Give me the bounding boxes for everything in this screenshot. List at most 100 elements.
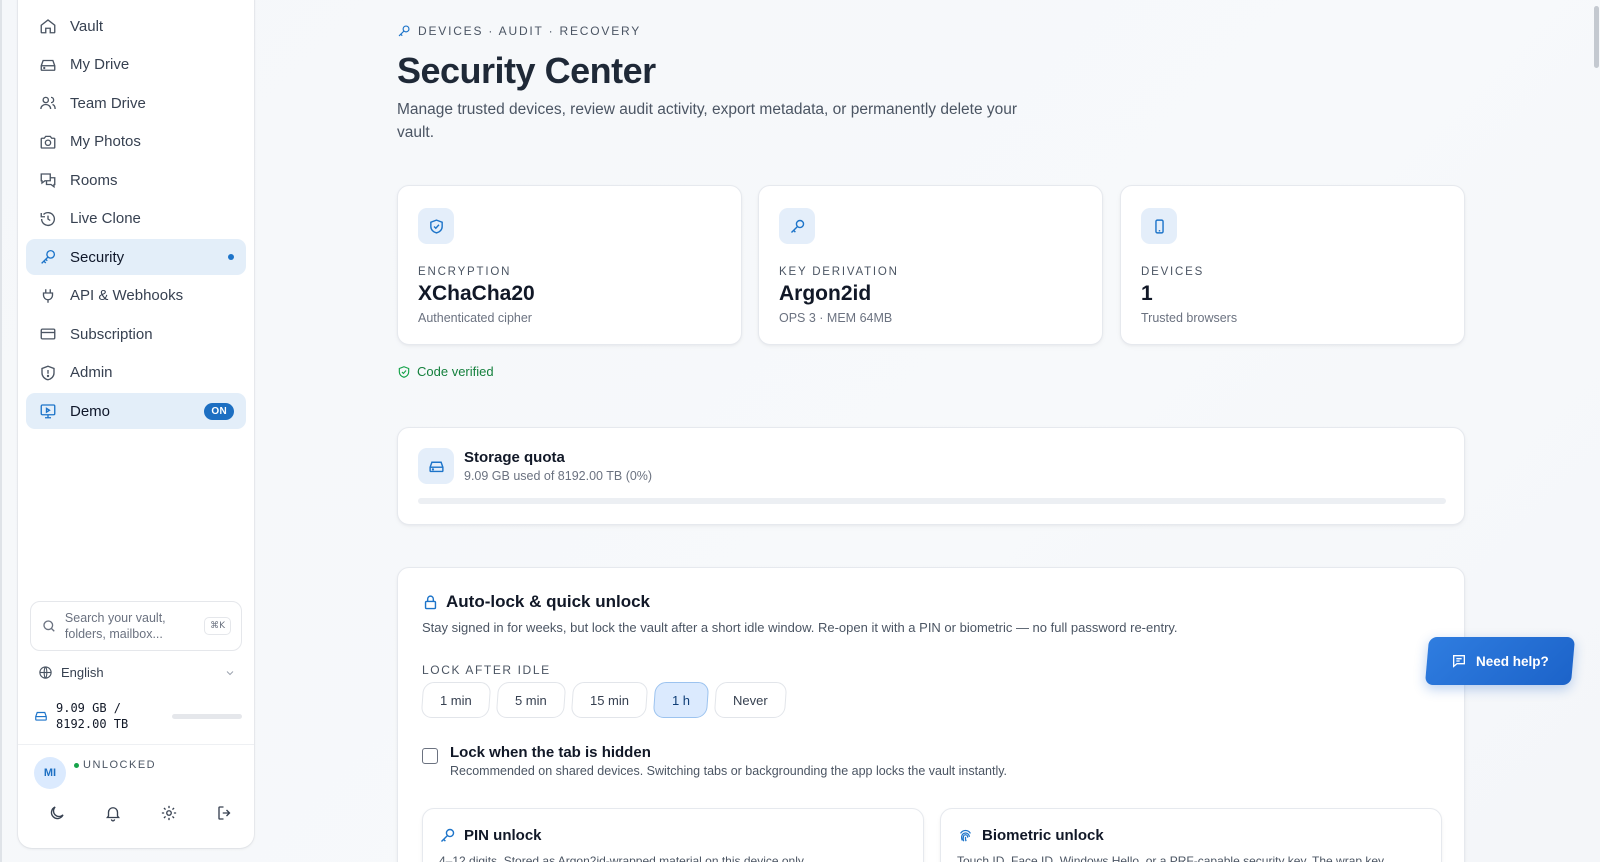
autolock-card: Auto-lock & quick unlock Stay signed in … [397, 567, 1465, 862]
logout-icon[interactable] [216, 804, 234, 822]
page-title: Security Center [397, 50, 656, 91]
page-eyebrow: DEVICES · AUDIT · RECOVERY [397, 24, 641, 38]
quota-title: Storage quota [464, 449, 565, 466]
tab-hidden-title: Lock when the tab is hidden [450, 744, 651, 761]
quota-sub: 9.09 GB used of 8192.00 TB (0%) [464, 469, 653, 483]
idle-option-never[interactable]: Never [713, 682, 787, 718]
sidebar-item-my-drive[interactable]: My Drive [26, 47, 246, 83]
sidebar-item-admin[interactable]: Admin [26, 355, 246, 391]
need-help-label: Need help? [1476, 653, 1549, 669]
drive-icon [418, 448, 454, 484]
stat-sub: OPS 3 · MEM 64MB [779, 311, 893, 325]
sidebar-item-rooms[interactable]: Rooms [26, 162, 246, 198]
option-label: 5 min [514, 692, 547, 708]
fingerprint-icon [957, 827, 974, 844]
sidebar-item-vault[interactable]: Vault [26, 8, 246, 44]
language-value: English [61, 665, 104, 680]
status-dot [74, 762, 79, 768]
sidebar-item-team-drive[interactable]: Team Drive [26, 85, 246, 121]
search-shortcut: ⌘K [204, 617, 231, 635]
user-status[interactable]: MI UNLOCKED [34, 757, 156, 789]
biometric-unlock-card[interactable]: Biometric unlock Touch ID, Face ID, Wind… [940, 808, 1442, 862]
stat-value: 1 [1141, 282, 1153, 305]
autolock-title-text: Auto-lock & quick unlock [446, 592, 651, 611]
drive-icon [38, 55, 58, 75]
sidebar-item-subscription[interactable]: Subscription [26, 316, 246, 352]
lock-status: UNLOCKED [74, 759, 156, 771]
search-input[interactable]: Search your vault, folders, mailbox... ⌘… [30, 601, 242, 651]
search-placeholder: Search your vault, folders, mailbox... [64, 611, 166, 641]
key-icon [439, 827, 456, 844]
globe-icon [38, 665, 53, 680]
moon-icon[interactable] [48, 804, 66, 822]
lock-after-idle-options: 1 min 5 min 15 min 1 h Never [420, 682, 1440, 718]
active-indicator-dot [228, 254, 234, 260]
history-icon [38, 209, 58, 229]
lock-tab-hidden-row: Lock when the tab is hidden Recommended … [422, 744, 1440, 778]
autolock-desc: Stay signed in for weeks, but lock the v… [422, 620, 1178, 635]
drive-icon [34, 709, 48, 723]
sidebar-footer-actions [48, 804, 234, 822]
demo-on-badge[interactable]: ON [204, 402, 234, 420]
sidebar-item-my-photos[interactable]: My Photos [26, 124, 246, 160]
sidebar-item-label: Rooms [70, 171, 118, 189]
sidebar-item-security[interactable]: Security [26, 239, 246, 275]
key-icon [779, 208, 815, 244]
stat-card-key-derivation: KEY DERIVATION Argon2id OPS 3 · MEM 64MB [758, 185, 1103, 345]
phone-icon [1141, 208, 1177, 244]
lock-after-idle-label: LOCK AFTER IDLE [422, 663, 551, 677]
sidebar-item-label: My Photos [70, 133, 141, 150]
gear-icon[interactable] [160, 804, 178, 822]
stat-value: XChaCha20 [418, 282, 535, 305]
storage-bar [172, 713, 242, 719]
key-icon [397, 24, 411, 38]
unlock-methods: PIN unlock 4–12 digits. Stored as Argon2… [422, 808, 1458, 862]
sidebar-item-label: Vault [70, 17, 104, 35]
sidebar: Vault My Drive Team Drive My Photos Room… [18, 0, 254, 848]
stat-label: ENCRYPTION [418, 266, 512, 278]
shield-check-icon [397, 365, 411, 379]
code-verified-status: Code verified [397, 364, 494, 379]
pin-unlock-sub: 4–12 digits. Stored as Argon2id-wrapped … [439, 854, 807, 862]
tab-hidden-sub: Recommended on shared devices. Switching… [450, 764, 1008, 778]
idle-option-1-min[interactable]: 1 min [420, 682, 492, 718]
avatar[interactable]: MI [34, 757, 66, 789]
key-icon [38, 247, 58, 267]
eyebrow-text: DEVICES · AUDIT · RECOVERY [418, 24, 642, 38]
plug-icon [38, 286, 58, 306]
bell-icon[interactable] [104, 804, 122, 822]
stat-card-encryption: ENCRYPTION XChaCha20 Authenticated ciphe… [397, 185, 742, 345]
pin-unlock-title: PIN unlock [464, 827, 542, 844]
page-subtitle: Manage trusted devices, review audit act… [397, 101, 1018, 141]
sidebar-item-live-clone[interactable]: Live Clone [26, 201, 246, 237]
sidebar-item-label: Demo [70, 402, 111, 420]
sidebar-item-label: My Drive [70, 56, 130, 73]
lock-tab-hidden-checkbox[interactable] [422, 748, 438, 764]
idle-option-5-min[interactable]: 5 min [495, 682, 566, 718]
stat-label: KEY DERIVATION [779, 266, 899, 278]
divider [18, 744, 254, 745]
storage-summary: 9.09 GB / 8192.00 TB [34, 700, 242, 732]
sidebar-item-demo[interactable]: Demo ON [26, 393, 246, 429]
message-icon [1451, 653, 1467, 669]
lock-icon [422, 594, 439, 611]
card-icon [38, 324, 58, 344]
language-select[interactable]: English [38, 665, 236, 680]
need-help-button[interactable]: Need help? [1424, 637, 1576, 685]
option-label: 15 min [589, 692, 629, 708]
page-scrollbar[interactable] [1590, 0, 1600, 862]
sidebar-item-label: Security [70, 248, 125, 266]
scrollbar-thumb[interactable] [1594, 6, 1599, 68]
stat-value: Argon2id [779, 282, 872, 305]
sidebar-item-api-webhooks[interactable]: API & Webhooks [26, 278, 246, 314]
idle-option-15-min[interactable]: 15 min [570, 682, 648, 718]
shield-icon [38, 363, 58, 383]
idle-option-1-h[interactable]: 1 h [652, 682, 709, 718]
biometric-unlock-sub: Touch ID, Face ID, Windows Hello, or a P… [957, 854, 1394, 862]
pin-unlock-card[interactable]: PIN unlock 4–12 digits. Stored as Argon2… [422, 808, 924, 862]
lock-status-text: UNLOCKED [83, 759, 157, 771]
home-icon [38, 16, 58, 36]
search-icon [41, 618, 57, 634]
option-label: 1 h [671, 692, 690, 708]
app-frame: Vault My Drive Team Drive My Photos Room… [2, 0, 1600, 862]
